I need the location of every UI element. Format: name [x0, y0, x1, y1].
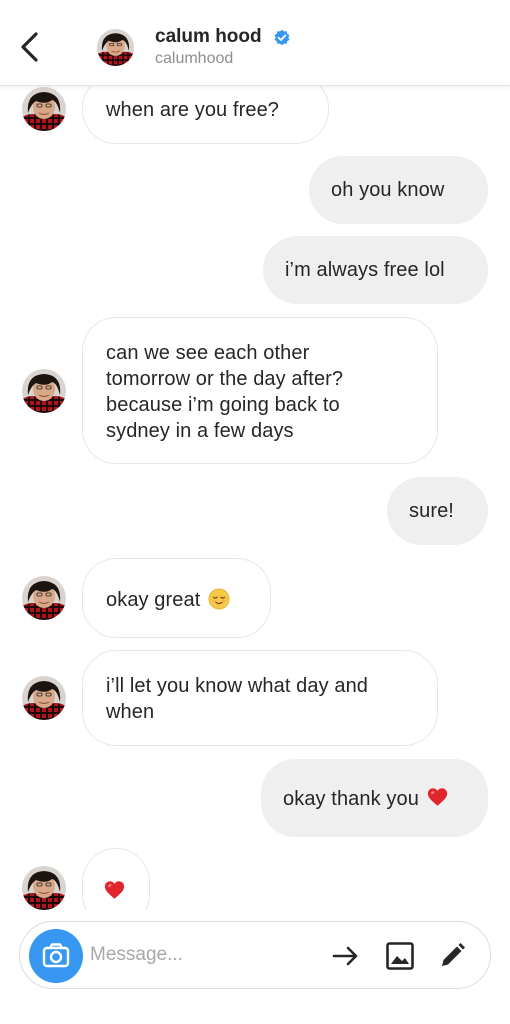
verified-badge-icon: [273, 29, 291, 47]
gallery-icon[interactable]: [384, 940, 416, 972]
message-avatar[interactable]: [22, 676, 66, 720]
outgoing-message-bubble[interactable]: i’m always free lol: [263, 236, 488, 304]
camera-icon[interactable]: [29, 929, 83, 983]
incoming-message-bubble[interactable]: can we see each other tomorrow or the da…: [82, 317, 438, 464]
message-text: okay great: [106, 589, 201, 611]
message-text: oh you know: [331, 179, 445, 201]
outgoing-message-bubble[interactable]: sure!: [387, 477, 488, 545]
outgoing-message-bubble[interactable]: okay thank you: [261, 759, 488, 837]
outgoing-message-bubble[interactable]: oh you know: [309, 156, 488, 224]
message-text: i’ll let you know what day and when: [106, 675, 369, 723]
contact-name[interactable]: calum hood: [155, 26, 262, 48]
message-avatar[interactable]: [22, 369, 66, 413]
relieved-face-emoji: [208, 588, 230, 610]
chat-header: calum hood calumhood: [0, 0, 510, 86]
pencil-icon[interactable]: [436, 940, 468, 972]
message-text: i’m always free lol: [285, 259, 445, 281]
message-text: when are you free?: [106, 99, 280, 121]
header-avatar[interactable]: [97, 29, 134, 66]
message-avatar[interactable]: [22, 87, 66, 131]
send-arrow-icon[interactable]: [330, 940, 362, 972]
message-text: can we see each other tomorrow or the da…: [106, 342, 344, 442]
incoming-message-bubble[interactable]: okay great: [82, 558, 271, 638]
message-avatar[interactable]: [22, 866, 66, 910]
message-avatar[interactable]: [22, 576, 66, 620]
direct-message-screen: calum hood calumhood when are you free? …: [0, 0, 510, 1024]
message-text: sure!: [409, 500, 454, 522]
red-heart-emoji: [104, 880, 125, 900]
incoming-message-bubble[interactable]: i’ll let you know what day and when: [82, 650, 438, 746]
message-input[interactable]: [90, 936, 310, 974]
message-composer: [19, 921, 491, 989]
message-text: okay thank you: [283, 788, 419, 810]
contact-username: calumhood: [155, 50, 234, 67]
red-heart-emoji: [427, 787, 448, 807]
back-arrow-icon[interactable]: [14, 28, 48, 66]
